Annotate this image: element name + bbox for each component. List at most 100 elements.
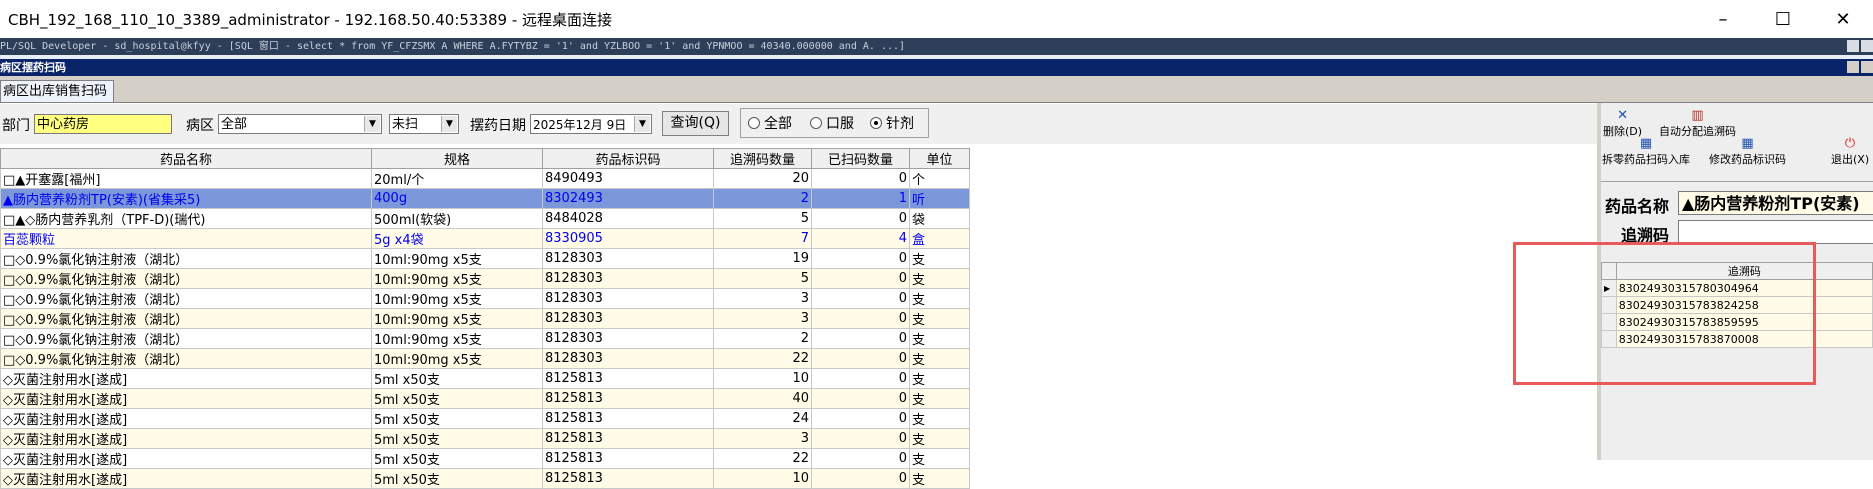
table-row[interactable]: □◇0.9%氯化钠注射液（湖北） 10ml:90mg x5支 8128303 19 0 支 [0,248,970,269]
cell-trace-code[interactable]: 83024930315783870008 [1615,330,1873,348]
cell-unit[interactable]: 支 [909,328,970,349]
drug-name-field[interactable]: ▲肠内营养粉剂TP(安素) [1678,191,1873,215]
delete-button[interactable]: ✕ 删除(D) [1603,109,1642,139]
col-spec[interactable]: 规格 [371,148,543,169]
cell-scanned-qty[interactable]: 0 [811,388,910,409]
cell-drug-name[interactable]: 百蕊颗粒 [0,228,372,249]
cell-unit[interactable]: 支 [909,448,970,469]
minimize-button[interactable]: – [1693,0,1753,38]
cell-spec[interactable]: 10ml:90mg x5支 [371,328,543,349]
table-row[interactable]: ◇灭菌注射用水[遂成] 5ml x50支 8125813 22 0 支 [0,448,970,469]
cell-trace-qty[interactable]: 3 [713,428,812,449]
cell-trace-qty[interactable]: 24 [713,408,812,429]
table-row[interactable]: □◇0.9%氯化钠注射液（湖北） 10ml:90mg x5支 8128303 3 0 支 [0,288,970,309]
cell-drug-name[interactable]: ▲肠内营养粉剂TP(安素)(省集采5) [0,188,372,209]
table-row[interactable]: 百蕊颗粒 5g x4袋 8330905 7 4 盒 [0,228,970,249]
cell-trace-qty[interactable]: 2 [713,188,812,209]
cell-scanned-qty[interactable]: 0 [811,288,910,309]
cell-trace-qty[interactable]: 10 [713,468,812,489]
cell-drug-name[interactable]: ◇灭菌注射用水[遂成] [0,368,372,389]
cell-scanned-qty[interactable]: 0 [811,208,910,229]
cell-trace-qty[interactable]: 22 [713,348,812,369]
cell-unit[interactable]: 支 [909,268,970,289]
table-row[interactable]: ◇灭菌注射用水[遂成] 5ml x50支 8125813 24 0 支 [0,408,970,429]
col-drug-name[interactable]: 药品名称 [0,148,372,169]
chevron-down-icon[interactable]: ▼ [441,116,457,132]
cell-spec[interactable]: 5ml x50支 [371,408,543,429]
cell-drug-name[interactable]: □◇0.9%氯化钠注射液（湖北） [0,268,372,289]
cell-drug-name[interactable]: □▲开塞露[福州] [0,168,372,189]
cell-unit[interactable]: 支 [909,428,970,449]
col-drug-code[interactable]: 药品标识码 [542,148,714,169]
cell-drug-code[interactable]: 8128303 [542,328,714,349]
cell-drug-code[interactable]: 8125813 [542,408,714,429]
auto-assign-button[interactable]: ▥ 自动分配追溯码 [1659,109,1736,139]
cell-trace-qty[interactable]: 3 [713,308,812,329]
row-indicator[interactable] [1601,313,1617,331]
cell-trace-qty[interactable]: 5 [713,208,812,229]
table-row[interactable]: ◇灭菌注射用水[遂成] 5ml x50支 8125813 3 0 支 [0,428,970,449]
form-restore-button[interactable] [1861,61,1873,73]
table-row[interactable]: □◇0.9%氯化钠注射液（湖北） 10ml:90mg x5支 8128303 3 0 支 [0,308,970,329]
cell-trace-qty[interactable]: 5 [713,268,812,289]
cell-spec[interactable]: 20ml/个 [371,168,543,189]
col-trace-code[interactable]: 追溯码 [1615,262,1873,280]
table-row[interactable]: ◇灭菌注射用水[遂成] 5ml x50支 8125813 10 0 支 [0,468,970,489]
cell-scanned-qty[interactable]: 0 [811,268,910,289]
cell-drug-code[interactable]: 8125813 [542,388,714,409]
cell-unit[interactable]: 支 [909,288,970,309]
cell-unit[interactable]: 支 [909,368,970,389]
table-row[interactable]: ◇灭菌注射用水[遂成] 5ml x50支 8125813 40 0 支 [0,388,970,409]
trace-row[interactable]: ▶ 83024930315780304964 [1601,279,1873,297]
trace-row[interactable]: 83024930315783859595 [1601,313,1873,331]
cell-scanned-qty[interactable]: 0 [811,248,910,269]
cell-unit[interactable]: 听 [909,188,970,209]
cell-spec[interactable]: 10ml:90mg x5支 [371,308,543,329]
table-row[interactable]: ▲肠内营养粉剂TP(安素)(省集采5) 400g 8302493 2 1 听 [0,188,970,209]
cell-trace-qty[interactable]: 7 [713,228,812,249]
col-unit[interactable]: 单位 [909,148,970,169]
cell-drug-name[interactable]: ◇灭菌注射用水[遂成] [0,388,372,409]
cell-drug-code[interactable]: 8128303 [542,248,714,269]
row-indicator[interactable] [1601,330,1617,348]
cell-trace-qty[interactable]: 2 [713,328,812,349]
cell-drug-name[interactable]: □◇0.9%氯化钠注射液（湖北） [0,308,372,329]
cell-trace-qty[interactable]: 20 [713,168,812,189]
cell-drug-code[interactable]: 8125813 [542,448,714,469]
cell-unit[interactable]: 支 [909,348,970,369]
cell-trace-qty[interactable]: 3 [713,288,812,309]
cell-spec[interactable]: 10ml:90mg x5支 [371,268,543,289]
cell-drug-code[interactable]: 8125813 [542,368,714,389]
cell-scanned-qty[interactable]: 0 [811,448,910,469]
table-row[interactable]: ◇灭菌注射用水[遂成] 5ml x50支 8125813 10 0 支 [0,368,970,389]
cell-drug-name[interactable]: ◇灭菌注射用水[遂成] [0,408,372,429]
cell-drug-name[interactable]: □◇0.9%氯化钠注射液（湖北） [0,348,372,369]
cell-spec[interactable]: 10ml:90mg x5支 [371,348,543,369]
cell-scanned-qty[interactable]: 0 [811,308,910,329]
cell-spec[interactable]: 10ml:90mg x5支 [371,288,543,309]
cell-unit[interactable]: 盒 [909,228,970,249]
cell-drug-code[interactable]: 8125813 [542,428,714,449]
plsql-restore-button[interactable] [1861,40,1873,52]
scan-status-select[interactable]: 未扫 ▼ [389,114,459,134]
cell-scanned-qty[interactable]: 0 [811,408,910,429]
cell-drug-name[interactable]: ◇灭菌注射用水[遂成] [0,448,372,469]
cell-unit[interactable]: 支 [909,408,970,429]
cell-drug-name[interactable]: ◇灭菌注射用水[遂成] [0,468,372,489]
dept-field[interactable]: 中心药房 [34,114,172,134]
cell-spec[interactable]: 500ml(软袋) [371,208,543,229]
cell-drug-code[interactable]: 8330905 [542,228,714,249]
cell-drug-name[interactable]: □◇0.9%氯化钠注射液（湖北） [0,248,372,269]
plsql-minimize-button[interactable] [1847,40,1859,52]
trace-code-input[interactable] [1678,220,1873,244]
cell-trace-code[interactable]: 83024930315783859595 [1615,313,1873,331]
cell-trace-code[interactable]: 83024930315783824258 [1615,296,1873,314]
cell-trace-qty[interactable]: 40 [713,388,812,409]
cell-drug-code[interactable]: 8128303 [542,288,714,309]
ward-select[interactable]: 全部 ▼ [218,114,382,134]
cell-drug-code[interactable]: 8484028 [542,208,714,229]
table-row[interactable]: □◇0.9%氯化钠注射液（湖北） 10ml:90mg x5支 8128303 22 0 支 [0,348,970,369]
cell-unit[interactable]: 支 [909,248,970,269]
cell-unit[interactable]: 个 [909,168,970,189]
cell-trace-qty[interactable]: 22 [713,448,812,469]
